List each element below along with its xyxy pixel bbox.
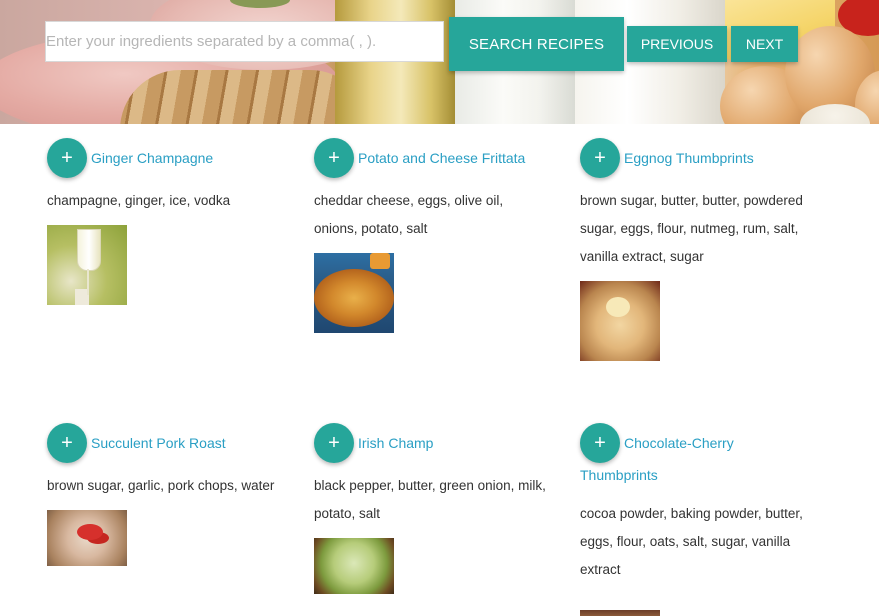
recipe-thumbnail[interactable] bbox=[580, 281, 660, 361]
recipe-card-header: + Chocolate-Cherry Thumbprints bbox=[580, 423, 810, 491]
recipe-ingredients: brown sugar, garlic, pork chops, water bbox=[47, 478, 275, 493]
recipe-card: + Ginger Champagne champagne, ginger, ic… bbox=[47, 138, 287, 305]
recipe-card-header: + Ginger Champagne bbox=[47, 138, 287, 178]
recipe-thumbnail[interactable] bbox=[47, 225, 127, 305]
banner-bread bbox=[120, 70, 370, 124]
add-recipe-icon[interactable]: + bbox=[314, 423, 354, 463]
recipe-thumbnail[interactable] bbox=[314, 538, 394, 594]
search-recipes-button[interactable]: SEARCH RECIPES bbox=[449, 17, 624, 71]
recipe-ingredients: brown sugar, butter, butter, powdered su… bbox=[580, 193, 803, 264]
recipe-thumbnail[interactable] bbox=[580, 610, 660, 616]
add-recipe-icon[interactable]: + bbox=[314, 138, 354, 178]
recipe-card-header: + Eggnog Thumbprints bbox=[580, 138, 820, 178]
add-recipe-icon[interactable]: + bbox=[580, 138, 620, 178]
ingredients-search-input[interactable] bbox=[45, 21, 444, 62]
add-recipe-icon[interactable]: + bbox=[47, 138, 87, 178]
next-button[interactable]: NEXT bbox=[731, 26, 798, 62]
recipe-ingredients: champagne, ginger, ice, vodka bbox=[47, 193, 231, 208]
add-recipe-icon[interactable]: + bbox=[580, 423, 620, 463]
recipe-card-header: + Succulent Pork Roast bbox=[47, 423, 287, 463]
recipe-card-header: + Potato and Cheese Frittata bbox=[314, 138, 554, 178]
banner-oil-bottle bbox=[335, 0, 455, 124]
recipe-card: + Irish Champ black pepper, butter, gree… bbox=[314, 423, 554, 594]
recipe-ingredients: black pepper, butter, green onion, milk,… bbox=[314, 478, 546, 521]
recipe-thumbnail[interactable] bbox=[47, 510, 127, 566]
recipe-card-header: + Irish Champ bbox=[314, 423, 554, 463]
recipe-card: + Chocolate-Cherry Thumbprints cocoa pow… bbox=[580, 423, 810, 616]
recipe-card: + Eggnog Thumbprints brown sugar, butter… bbox=[580, 138, 820, 361]
recipe-ingredients: cheddar cheese, eggs, olive oil, onions,… bbox=[314, 193, 504, 236]
hero-banner-image bbox=[0, 0, 879, 124]
recipe-thumbnail[interactable] bbox=[314, 253, 394, 333]
previous-button[interactable]: PREVIOUS bbox=[627, 26, 727, 62]
recipe-card: + Succulent Pork Roast brown sugar, garl… bbox=[47, 423, 287, 566]
recipe-card: + Potato and Cheese Frittata cheddar che… bbox=[314, 138, 554, 333]
recipe-ingredients: cocoa powder, baking powder, butter, egg… bbox=[580, 506, 803, 577]
add-recipe-icon[interactable]: + bbox=[47, 423, 87, 463]
